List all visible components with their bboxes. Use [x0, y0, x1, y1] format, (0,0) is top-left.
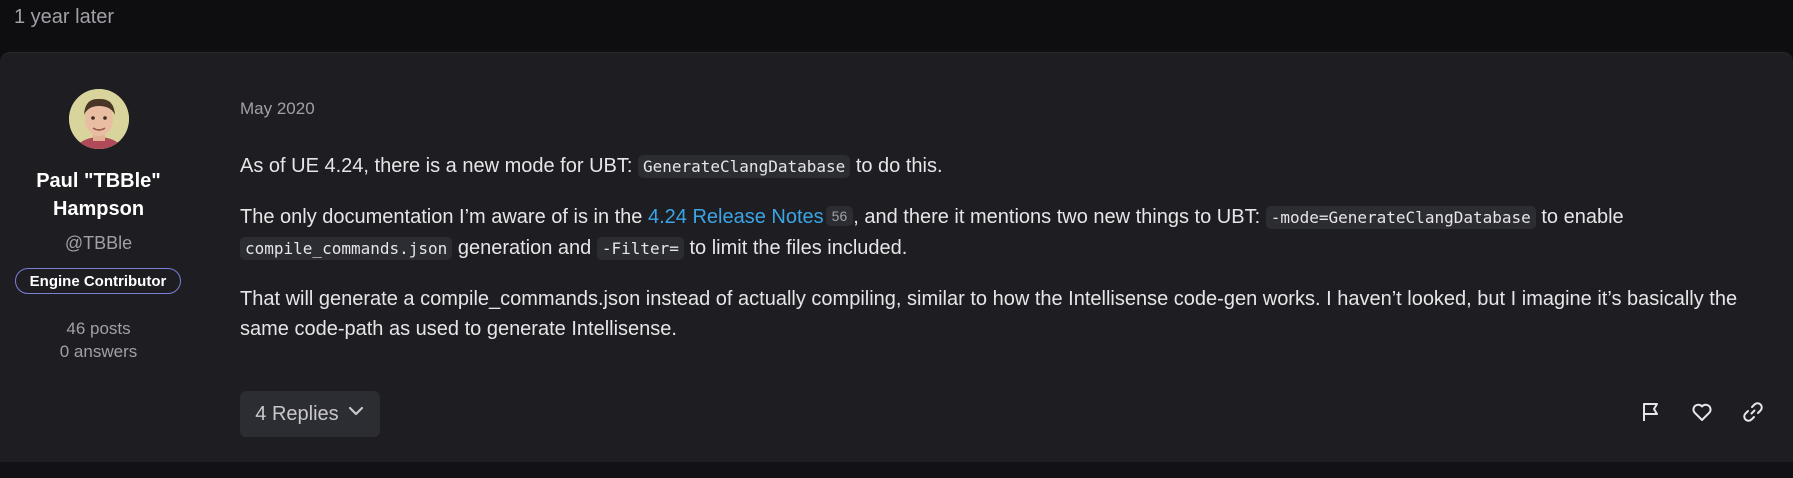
inline-code: -Filter=: [596, 237, 684, 260]
inline-code: -mode=GenerateClangDatabase: [1265, 206, 1536, 229]
time-gap-label: 1 year later: [14, 6, 115, 28]
author-stats: 46 posts 0 answers: [0, 317, 197, 363]
replies-label: 4 Replies: [255, 402, 339, 425]
avatar[interactable]: [69, 89, 129, 149]
replies-button[interactable]: 4 Replies: [240, 391, 380, 437]
post-date[interactable]: May 2020: [240, 99, 315, 119]
share-link-button[interactable]: [1738, 399, 1768, 429]
text: generation and: [452, 237, 597, 259]
link-icon: [1742, 401, 1764, 428]
text: to do this.: [850, 155, 943, 177]
paragraph-2: The only documentation I’m aware of is i…: [240, 202, 1760, 264]
author-name[interactable]: Paul "TBBle" Hampson: [0, 167, 197, 223]
answer-count: 0 answers: [59, 342, 138, 361]
text: As of UE 4.24, there is a new mode for U…: [240, 155, 638, 177]
text: The only documentation I’m aware of is i…: [240, 206, 648, 228]
chevron-down-icon: [347, 402, 365, 426]
text: to enable: [1535, 206, 1624, 228]
post-count: 46 posts: [66, 319, 131, 338]
heart-icon: [1691, 401, 1713, 428]
release-notes-link[interactable]: 4.24 Release Notes: [648, 206, 824, 228]
link-click-count: 56: [825, 206, 854, 226]
paragraph-3: That will generate a compile_commands.js…: [240, 288, 1738, 340]
flag-icon: [1640, 401, 1662, 428]
text: , and there it mentions two new things t…: [853, 206, 1266, 228]
flag-button[interactable]: [1636, 399, 1666, 429]
paragraph-1: As of UE 4.24, there is a new mode for U…: [240, 151, 1760, 182]
inline-code: GenerateClangDatabase: [637, 155, 851, 178]
role-badge: Engine Contributor: [15, 268, 181, 294]
inline-code: compile_commands.json: [240, 237, 453, 260]
author-name-text: Paul "TBBle" Hampson: [36, 170, 161, 220]
text: to limit the files included.: [683, 237, 908, 259]
like-button[interactable]: [1687, 399, 1717, 429]
post-body: As of UE 4.24, there is a new mode for U…: [240, 151, 1760, 364]
post-card: Paul "TBBle" Hampson @TBBle Engine Contr…: [0, 52, 1793, 463]
author-handle[interactable]: @TBBle: [0, 233, 197, 254]
next-post-edge: [0, 462, 1793, 478]
